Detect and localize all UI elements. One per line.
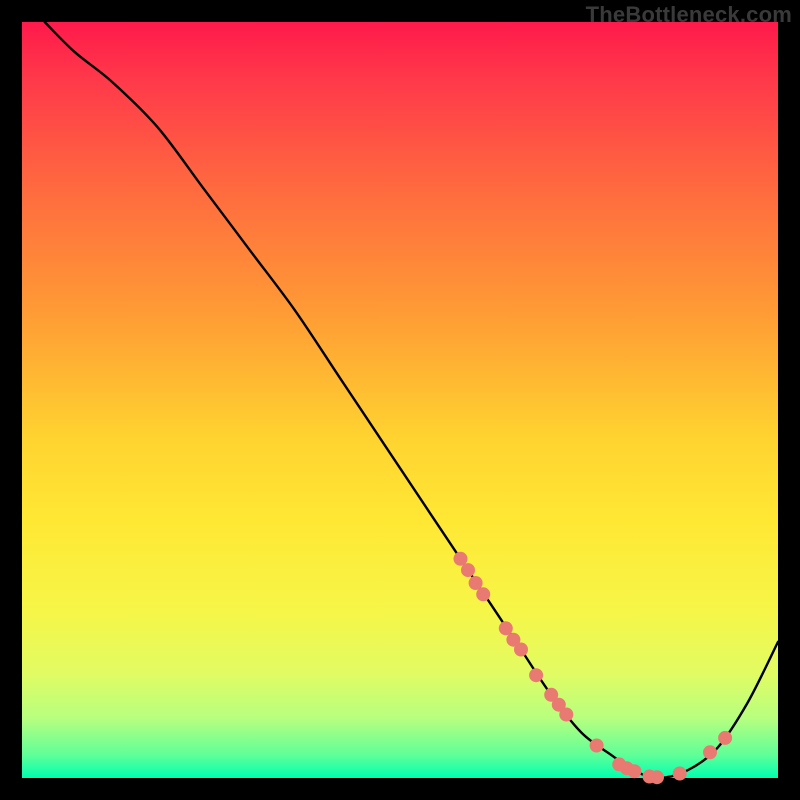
plot-area <box>22 22 778 778</box>
chart-frame: TheBottleneck.com <box>0 0 800 800</box>
marker-dot <box>461 563 475 577</box>
curve-svg <box>22 22 778 778</box>
marker-dot <box>514 643 528 657</box>
marker-dot <box>476 587 490 601</box>
marker-dot <box>650 770 664 784</box>
marker-dot <box>559 708 573 722</box>
marker-dot <box>673 767 687 781</box>
marker-dot <box>499 621 513 635</box>
marker-dot <box>529 668 543 682</box>
highlight-points <box>454 552 733 784</box>
marker-dot <box>590 739 604 753</box>
marker-dot <box>627 764 641 778</box>
marker-dot <box>703 745 717 759</box>
bottleneck-curve <box>45 22 778 778</box>
marker-dot <box>718 731 732 745</box>
